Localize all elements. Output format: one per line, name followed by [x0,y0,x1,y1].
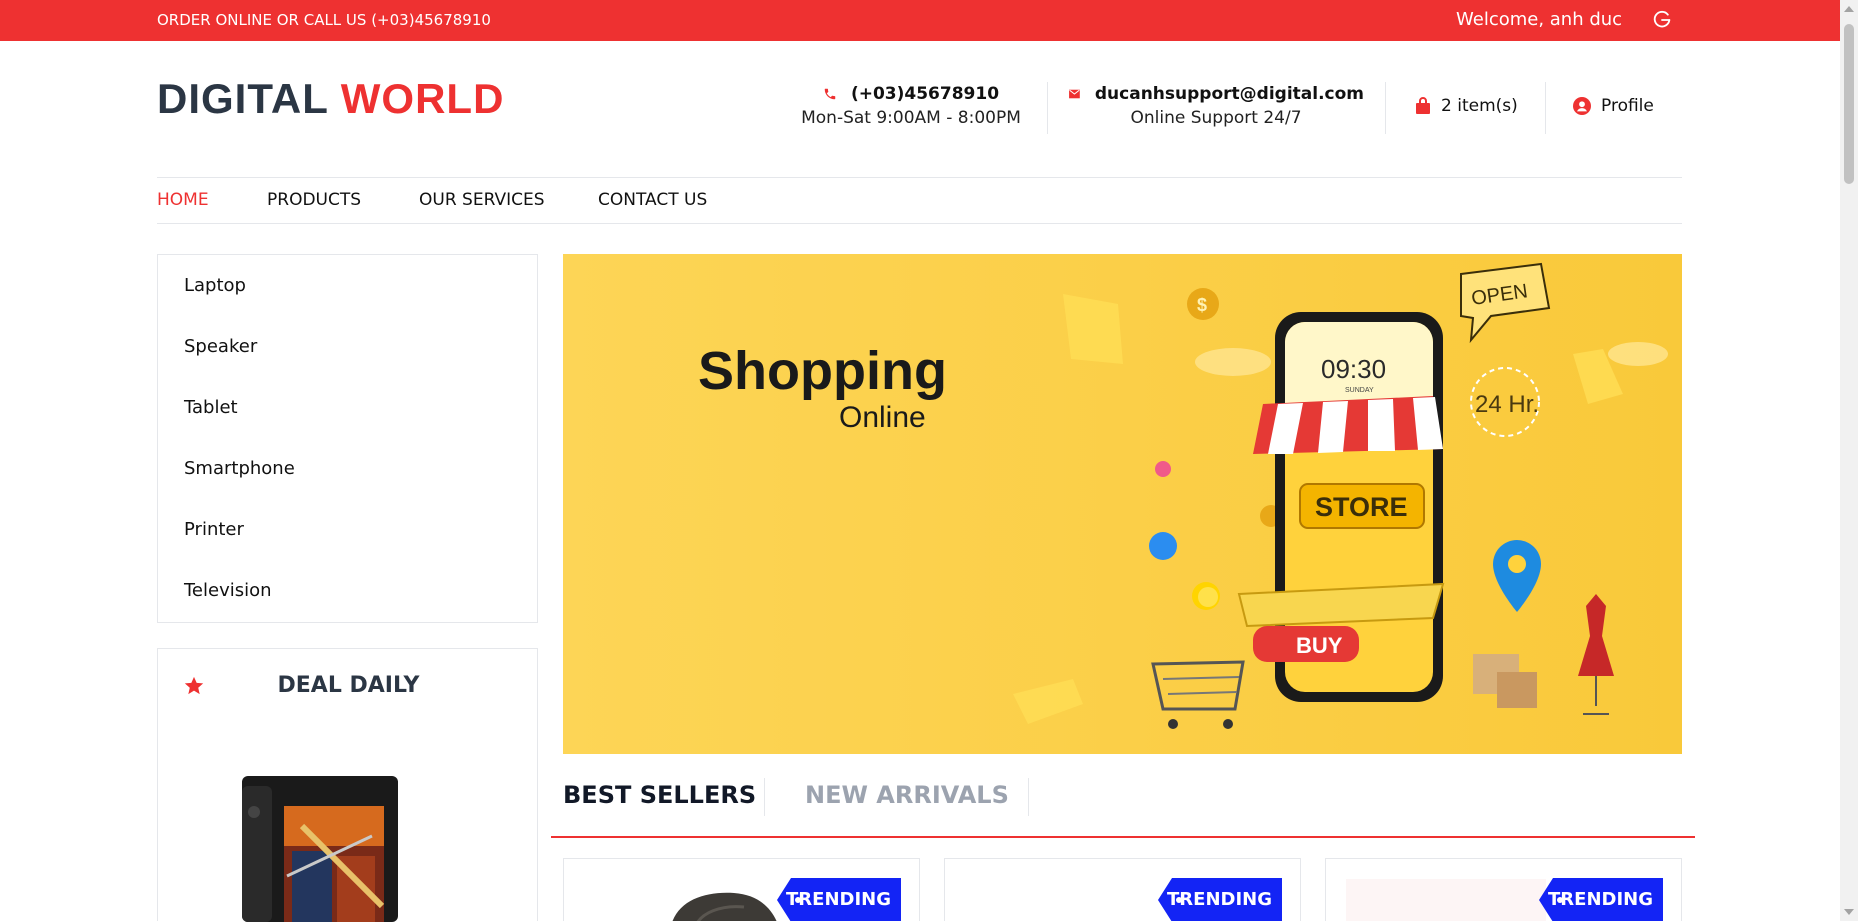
scrollbar-thumb[interactable] [1844,24,1854,184]
phone-icon [824,88,836,100]
category-tablet[interactable]: Tablet [184,397,238,418]
trending-badge: TRENDING [1158,878,1282,921]
tab-divider [1028,778,1029,816]
svg-text:$: $ [1197,295,1207,315]
tabs-underline [551,836,1695,838]
tab-new-arrivals[interactable]: NEW ARRIVALS [805,781,1009,809]
phone-time-text: 09:30 [1321,354,1386,384]
trending-label: TRENDING [1548,889,1653,910]
shopping-bag-icon [1416,97,1430,114]
trending-badge: TRENDING [1539,878,1663,921]
trending-label: TRENDING [1167,889,1272,910]
category-printer[interactable]: Printer [184,519,244,540]
nav-home[interactable]: HOME [157,190,209,210]
deal-daily-panel: DEAL DAILY [157,648,538,922]
mail-icon [1069,89,1080,99]
buy-tag-text: BUY [1296,633,1343,658]
tab-best-sellers[interactable]: BEST SELLERS [563,781,756,809]
scroll-down-arrow-icon[interactable] [1844,909,1854,915]
nav-our-services[interactable]: OUR SERVICES [419,190,545,210]
shopping-illustration: OPEN 24 Hr. $ 09:30 SUNDAY STORE BUY [563,254,1682,754]
phone-contact: (+03)45678910 Mon-Sat 9:00AM - 8:00PM [800,84,1022,128]
cart-count: 2 item(s) [1441,96,1518,116]
phone-day-text: SUNDAY [1345,387,1374,394]
profile-label: Profile [1601,96,1654,116]
product-card[interactable]: TRENDING [1325,858,1682,921]
phone-number: (+03)45678910 [850,84,1000,104]
scroll-up-arrow-icon[interactable] [1844,6,1854,12]
header-divider [1545,82,1546,134]
category-speaker[interactable]: Speaker [184,336,257,357]
logo-text-world: WORLD [340,75,505,122]
site-logo[interactable]: DIGITAL WORLD [157,74,504,124]
welcome-text: Welcome, anh duc [1456,9,1623,30]
hero-banner[interactable]: OPEN 24 Hr. $ 09:30 SUNDAY STORE BUY Sho… [563,254,1682,754]
deal-daily-title: DEAL DAILY [277,673,420,698]
top-bar: ORDER ONLINE OR CALL US (+03)45678910 We… [0,0,1840,41]
support-availability: Online Support 24/7 [1130,108,1302,128]
trending-label: TRENDING [786,889,891,910]
cart-button[interactable]: 2 item(s) [1415,96,1518,116]
trending-badge: TRENDING [777,878,901,921]
store-sign-text: STORE [1315,492,1408,522]
logo-text-digital: DIGITAL [157,75,329,122]
nav-contact-us[interactable]: CONTACT US [598,190,707,210]
product-image [672,892,777,921]
order-info-text: ORDER ONLINE OR CALL US (+03)45678910 [157,11,491,29]
page-scrollbar[interactable] [1840,0,1858,921]
nav-products[interactable]: PRODUCTS [267,190,361,210]
header-divider [1385,82,1386,134]
category-laptop[interactable]: Laptop [184,275,246,296]
opening-hours: Mon-Sat 9:00AM - 8:00PM [801,108,1021,128]
banner-subtitle: Online [839,401,926,434]
email-contact: ducanhsupport@digital.com Online Support… [1068,84,1364,128]
logout-icon[interactable] [1651,9,1673,31]
category-sidebar: Laptop Speaker Tablet Smartphone Printer… [157,254,538,623]
tab-divider [764,778,765,816]
deal-product-image[interactable] [242,776,398,922]
support-email: ducanhsupport@digital.com [1094,84,1364,104]
main-navigation: HOME PRODUCTS OUR SERVICES CONTACT US [157,177,1682,224]
category-smartphone[interactable]: Smartphone [184,458,295,479]
user-circle-icon [1573,97,1591,115]
product-card[interactable]: TRENDING [563,858,920,921]
product-image [1346,879,1546,921]
banner-title: Shopping [698,341,947,401]
header-divider [1047,82,1048,134]
profile-button[interactable]: Profile [1573,96,1654,116]
category-television[interactable]: Television [184,580,272,601]
product-card[interactable]: TRENDING [944,858,1301,921]
hours-sign-text: 24 Hr. [1475,391,1539,418]
